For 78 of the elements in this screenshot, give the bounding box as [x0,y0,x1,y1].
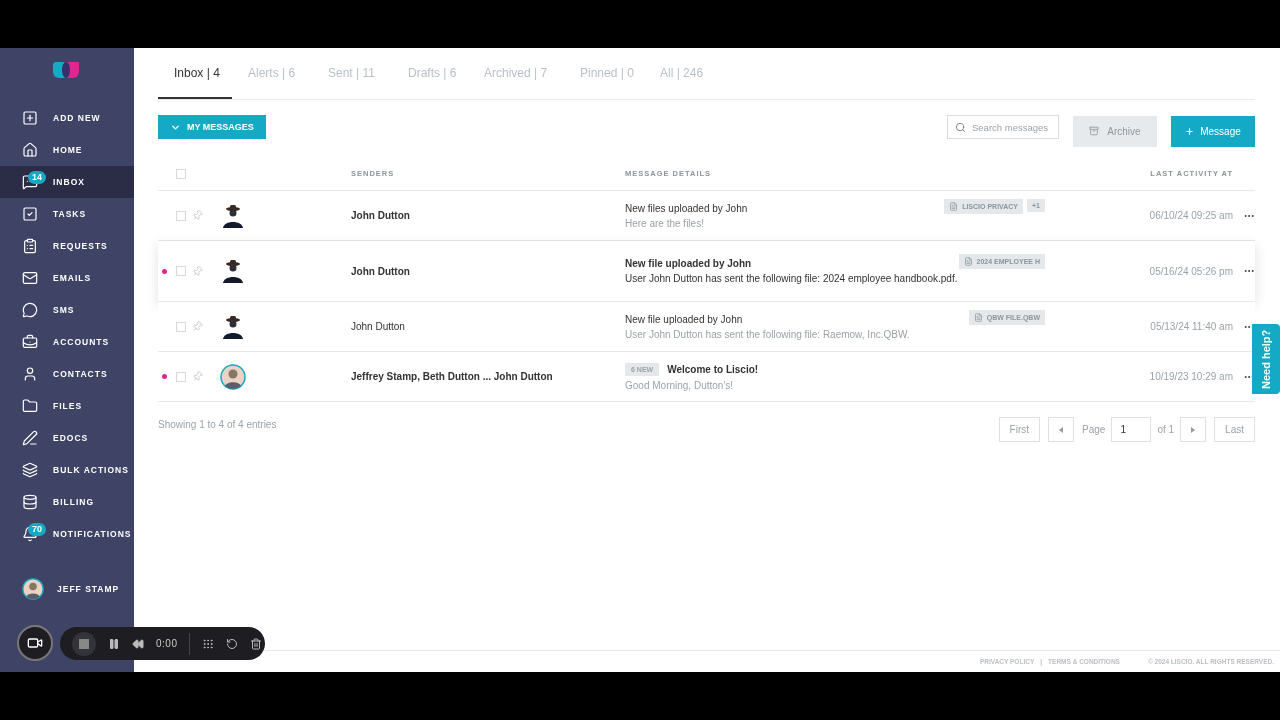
file-icon [973,312,983,322]
sidebar-item[interactable]: NOTIFICATIONS 70 [0,518,134,550]
activity-date: 05/16/24 05:26 pm [1148,265,1233,277]
sidebar-item[interactable]: HOME [0,134,134,166]
sidebar-item[interactable]: SMS [0,294,134,326]
sidebar-item[interactable]: ADD NEW [0,102,134,134]
sidebar-item[interactable]: REQUESTS [0,230,134,262]
sender-name: John Dutton [351,321,406,332]
avatar-icon [220,258,246,284]
briefcase-icon [22,334,38,350]
left-triangle-icon [1059,426,1064,433]
page-input[interactable]: 1 [1111,417,1152,442]
rewind-icon[interactable] [132,637,144,650]
row-checkbox[interactable] [176,266,186,276]
count-badge: 70 [28,523,46,536]
list-icon [22,238,38,254]
pen-icon [22,430,38,446]
recording-time: 0:00 [156,638,178,649]
avatar-icon [220,202,246,229]
activity-date: 05/13/24 11:40 am [1149,321,1233,332]
chat-bubble-icon [22,302,38,318]
grid-icon[interactable] [202,637,215,650]
checkbox-icon [22,206,38,222]
home-icon [22,142,38,158]
sidebar-item[interactable]: BULK ACTIONS [0,454,134,486]
message-title: Welcome to Liscio! [667,363,759,375]
sender-name: John Dutton [351,265,411,277]
avatar-icon [220,313,246,340]
user-avatar-icon [22,578,44,600]
tab[interactable]: Inbox | 4 [158,48,232,99]
message-title: New files uploaded by John [625,202,748,214]
message-preview: User John Dutton has sent the following file: 2024 employee handbook.pdf. [625,273,959,284]
archive-icon [1089,126,1100,136]
trash-icon[interactable] [250,637,263,650]
sender-name: Jeffrey Stamp, Beth Dutton ... John Dutton [351,371,554,382]
sidebar-item[interactable]: CONTACTS [0,358,134,390]
logo [51,60,81,80]
message-preview: Here are the files! [625,217,705,229]
sidebar-item[interactable]: EMAILS [0,262,134,294]
user-icon [22,366,38,382]
pause-icon[interactable] [108,637,120,650]
message-title: New file uploaded by John [625,258,752,269]
search-field[interactable]: Search messages [947,115,1059,139]
search-icon [955,122,966,133]
message-preview: User John Dutton has sent the following file: Raemow, Inc.QBW. [625,328,911,340]
message-preview: Good Morning, Dutton's! [625,379,735,391]
right-triangle-icon [1191,426,1196,433]
plus-icon [1185,126,1195,136]
restart-icon[interactable] [226,637,239,650]
row-checkbox[interactable] [176,210,186,221]
folder-icon [22,398,38,414]
entries-info: Showing 1 to 4 of 4 entries [158,419,277,430]
database-icon [22,494,38,510]
message-title: New file uploaded by John [625,313,743,325]
sidebar-item[interactable]: ACCOUNTS [0,326,134,358]
sidebar-item[interactable]: BILLING [0,486,134,518]
file-icon [949,201,959,211]
activity-date: 10/19/23 10:29 am [1148,371,1233,382]
page-label: Page [1082,424,1106,435]
row-checkbox[interactable] [176,371,186,382]
sidebar-item[interactable]: TASKS [0,198,134,230]
activity-date: 06/10/24 09:25 am [1148,210,1233,221]
select-all-checkbox[interactable] [176,168,186,179]
stop-button[interactable] [72,631,96,656]
row-checkbox[interactable] [176,321,186,332]
count-badge: 14 [28,171,46,184]
sidebar-item[interactable]: FILES [0,390,134,422]
mail-icon [22,270,38,286]
user-menu[interactable]: JEFF STAMP [0,573,134,605]
add-icon [22,110,38,126]
page-total: of 1 [1157,424,1175,435]
layers-icon [22,462,38,478]
video-camera-icon [27,635,43,651]
sender-name: John Dutton [351,210,411,221]
file-icon [963,257,973,266]
sidebar-item[interactable]: EDOCS [0,422,134,454]
avatar-icon [220,363,246,390]
sidebar-item[interactable]: INBOX 14 [0,166,134,198]
